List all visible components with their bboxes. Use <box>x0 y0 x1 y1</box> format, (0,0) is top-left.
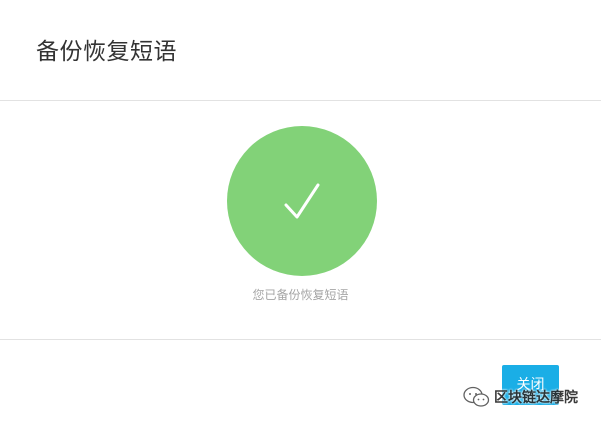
header-divider <box>0 100 601 101</box>
wechat-icon <box>463 386 490 407</box>
watermark: 区块链达摩院 <box>462 385 578 409</box>
success-circle <box>227 126 377 276</box>
footer-divider <box>0 339 601 340</box>
checkmark-icon <box>284 183 320 219</box>
status-message: 您已备份恢复短语 <box>252 288 349 302</box>
watermark-text: 区块链达摩院 <box>494 390 578 406</box>
dialog-title: 备份恢复短语 <box>36 39 177 65</box>
backup-dialog: 备份恢复短语 您已备份恢复短语 关闭 区块链达摩院 <box>0 0 601 425</box>
